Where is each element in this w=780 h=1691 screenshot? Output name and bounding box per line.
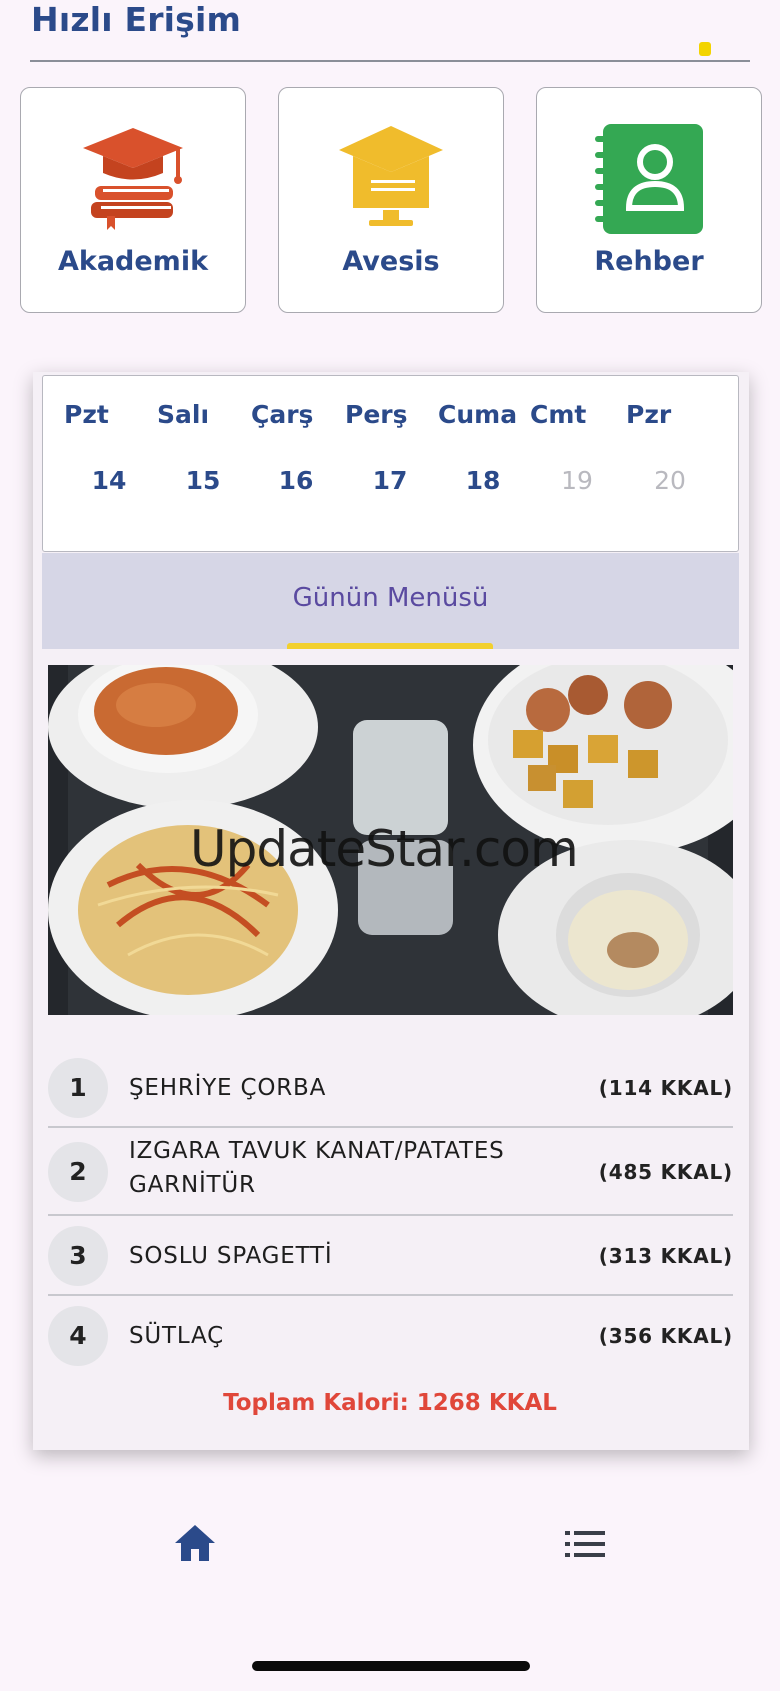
row-divider bbox=[48, 1126, 733, 1128]
menu-item: 3 SOSLU SPAGETTİ (313 KKAL) bbox=[48, 1226, 733, 1286]
tab-label: Günün Menüsü bbox=[292, 583, 489, 613]
day-number[interactable]: 18 bbox=[453, 466, 513, 495]
section-title: Hızlı Erişim bbox=[31, 0, 242, 39]
total-calories: Toplam Kalori: 1268 KKAL bbox=[223, 1390, 557, 1416]
day-number[interactable]: 17 bbox=[360, 466, 420, 495]
home-indicator bbox=[252, 1661, 530, 1671]
quick-access-label: Avesis bbox=[342, 246, 440, 277]
menu-item-name: SÜTLAÇ bbox=[129, 1323, 225, 1349]
menu-item-calories: (313 KKAL) bbox=[598, 1244, 733, 1268]
tab-active-indicator bbox=[287, 643, 493, 649]
menu-item-name-line1: IZGARA TAVUK KANAT/PATATES bbox=[129, 1138, 505, 1164]
title-divider bbox=[30, 60, 750, 62]
menu-item: 2 IZGARA TAVUK KANAT/PATATES GARNİTÜR (4… bbox=[48, 1138, 733, 1212]
quick-access-label: Akademik bbox=[57, 246, 209, 277]
row-divider bbox=[48, 1214, 733, 1216]
day-name-cmt[interactable]: Cmt bbox=[530, 400, 586, 429]
menu-item: 4 SÜTLAÇ (356 KKAL) bbox=[48, 1306, 733, 1366]
day-name-cuma[interactable]: Cuma bbox=[438, 400, 517, 429]
day-number[interactable]: 14 bbox=[79, 466, 139, 495]
day-number: 19 bbox=[561, 466, 593, 495]
menu-item-calories: (356 KKAL) bbox=[598, 1324, 733, 1348]
menu-item-number: 3 bbox=[48, 1226, 108, 1286]
menu-item-number: 1 bbox=[48, 1058, 108, 1118]
day-number: 20 bbox=[654, 466, 686, 495]
day-name-cars[interactable]: Çarş bbox=[251, 400, 313, 429]
day-number[interactable]: 16 bbox=[266, 466, 326, 495]
day-number[interactable]: 15 bbox=[173, 466, 233, 495]
menu-item-calories: (485 KKAL) bbox=[598, 1160, 733, 1184]
quick-access-rehber[interactable]: Rehber bbox=[536, 87, 762, 313]
menu-item-name-line2: GARNİTÜR bbox=[129, 1172, 256, 1198]
menu-item: 1 ŞEHRİYE ÇORBA (114 KKAL) bbox=[48, 1058, 733, 1118]
quick-access-label: Rehber bbox=[594, 246, 704, 277]
menu-item-name: ŞEHRİYE ÇORBA bbox=[129, 1075, 327, 1101]
daily-menu-tab[interactable]: Günün Menüsü bbox=[42, 553, 739, 649]
day-name-pers[interactable]: Perş bbox=[345, 400, 408, 429]
address-book-icon bbox=[595, 124, 703, 234]
quick-access-avesis[interactable]: Avesis bbox=[278, 87, 504, 313]
scroll-indicator bbox=[699, 42, 711, 56]
row-divider bbox=[48, 1294, 733, 1296]
menu-item-name: SOSLU SPAGETTİ bbox=[129, 1243, 333, 1269]
home-icon[interactable] bbox=[173, 1523, 217, 1563]
day-name-pzr[interactable]: Pzr bbox=[626, 400, 671, 429]
day-name-sali[interactable]: Salı bbox=[157, 400, 209, 429]
menu-item-number: 2 bbox=[48, 1142, 108, 1202]
day-name-pzt[interactable]: Pzt bbox=[64, 400, 109, 429]
menu-item-number: 4 bbox=[48, 1306, 108, 1366]
quick-access-akademik[interactable]: Akademik bbox=[20, 87, 246, 313]
graduation-cap-monitor-icon bbox=[339, 126, 443, 226]
menu-item-calories: (114 KKAL) bbox=[598, 1076, 733, 1100]
graduation-cap-books-icon bbox=[83, 128, 183, 230]
watermark-text: UpdateStar.com bbox=[190, 820, 579, 878]
list-icon[interactable] bbox=[565, 1530, 605, 1558]
